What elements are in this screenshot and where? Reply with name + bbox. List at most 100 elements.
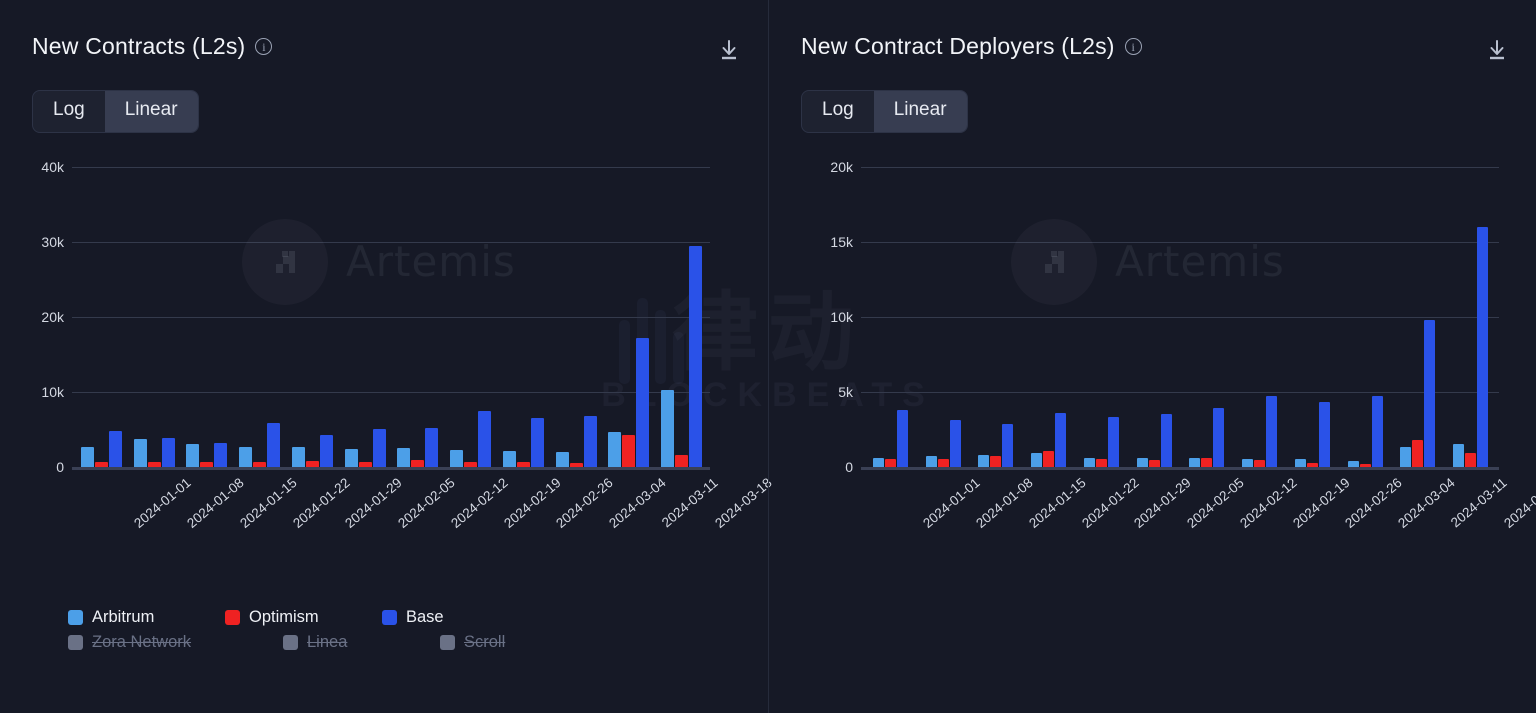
bar-optimism[interactable] xyxy=(1412,439,1424,467)
bar-group[interactable] xyxy=(917,167,970,467)
bar-base[interactable] xyxy=(1477,226,1489,467)
bar-optimism[interactable] xyxy=(1095,459,1107,467)
legend-item-scroll[interactable]: Scroll xyxy=(440,633,597,652)
bar-arbitrum[interactable] xyxy=(1347,460,1359,467)
info-icon[interactable]: i xyxy=(1124,38,1142,55)
bar-base[interactable] xyxy=(896,409,908,467)
bar-group[interactable] xyxy=(75,167,128,467)
bar-optimism[interactable] xyxy=(569,463,583,467)
bar-optimism[interactable] xyxy=(1043,451,1055,467)
bar-arbitrum[interactable] xyxy=(239,446,253,467)
bar-optimism[interactable] xyxy=(675,454,689,467)
toggle-linear[interactable]: Linear xyxy=(104,91,198,132)
bar-group[interactable] xyxy=(1075,167,1128,467)
bar-base[interactable] xyxy=(1266,396,1278,467)
bar-arbitrum[interactable] xyxy=(1136,457,1148,467)
bar-group[interactable] xyxy=(970,167,1023,467)
bar-group[interactable] xyxy=(128,167,181,467)
bar-arbitrum[interactable] xyxy=(925,456,937,467)
bar-base[interactable] xyxy=(108,430,122,467)
bar-base[interactable] xyxy=(1002,424,1014,467)
bar-arbitrum[interactable] xyxy=(450,449,464,467)
bar-arbitrum[interactable] xyxy=(1242,458,1254,467)
bar-base[interactable] xyxy=(214,442,228,467)
bar-optimism[interactable] xyxy=(1465,453,1477,467)
bar-arbitrum[interactable] xyxy=(1294,458,1306,467)
bar-optimism[interactable] xyxy=(884,459,896,467)
bar-group[interactable] xyxy=(603,167,656,467)
legend-item-arbitrum[interactable]: Arbitrum xyxy=(68,608,225,627)
bar-optimism[interactable] xyxy=(1306,463,1318,467)
bar-optimism[interactable] xyxy=(411,460,425,467)
bar-group[interactable] xyxy=(1392,167,1445,467)
bar-group[interactable] xyxy=(339,167,392,467)
download-icon[interactable] xyxy=(1484,35,1510,65)
bar-arbitrum[interactable] xyxy=(872,457,884,467)
bar-base[interactable] xyxy=(1107,417,1119,467)
bar-group[interactable] xyxy=(655,167,708,467)
bar-optimism[interactable] xyxy=(464,461,478,467)
bar-arbitrum[interactable] xyxy=(555,451,569,467)
bar-base[interactable] xyxy=(1371,395,1383,467)
bar-optimism[interactable] xyxy=(1254,460,1266,467)
bar-group[interactable] xyxy=(233,167,286,467)
bar-optimism[interactable] xyxy=(200,461,214,467)
bar-arbitrum[interactable] xyxy=(661,390,675,467)
bar-optimism[interactable] xyxy=(1201,457,1213,467)
bar-group[interactable] xyxy=(181,167,234,467)
bar-arbitrum[interactable] xyxy=(1400,447,1412,467)
scale-toggle[interactable]: Log Linear xyxy=(801,90,968,133)
toggle-linear[interactable]: Linear xyxy=(873,91,967,132)
bar-arbitrum[interactable] xyxy=(344,448,358,467)
bar-optimism[interactable] xyxy=(253,461,267,467)
bar-group[interactable] xyxy=(864,167,917,467)
bar-base[interactable] xyxy=(161,438,175,467)
info-icon[interactable]: i xyxy=(255,38,273,55)
bar-arbitrum[interactable] xyxy=(133,439,147,467)
bar-base[interactable] xyxy=(267,422,281,467)
bar-group[interactable] xyxy=(1181,167,1234,467)
legend-item-zora-network[interactable]: Zora Network xyxy=(68,633,283,652)
bar-group[interactable] xyxy=(1022,167,1075,467)
bar-group[interactable] xyxy=(550,167,603,467)
bar-arbitrum[interactable] xyxy=(608,431,622,467)
bar-base[interactable] xyxy=(1160,414,1172,467)
bar-base[interactable] xyxy=(425,427,439,467)
bar-group[interactable] xyxy=(1444,167,1497,467)
legend-item-linea[interactable]: Linea xyxy=(283,633,440,652)
toggle-log[interactable]: Log xyxy=(33,91,105,132)
bar-group[interactable] xyxy=(286,167,339,467)
bar-optimism[interactable] xyxy=(147,462,161,467)
bar-arbitrum[interactable] xyxy=(1031,452,1043,467)
bar-base[interactable] xyxy=(1424,319,1436,467)
bar-optimism[interactable] xyxy=(990,456,1002,467)
toggle-log[interactable]: Log xyxy=(802,91,874,132)
bar-base[interactable] xyxy=(949,420,961,467)
bar-arbitrum[interactable] xyxy=(1453,444,1465,467)
bar-arbitrum[interactable] xyxy=(80,447,94,467)
download-icon[interactable] xyxy=(716,35,742,65)
bar-arbitrum[interactable] xyxy=(502,451,516,467)
bar-base[interactable] xyxy=(372,428,386,467)
bar-optimism[interactable] xyxy=(358,461,372,467)
bar-optimism[interactable] xyxy=(516,462,530,467)
bar-base[interactable] xyxy=(1055,412,1067,467)
bar-optimism[interactable] xyxy=(1148,460,1160,467)
bar-base[interactable] xyxy=(689,245,703,467)
bar-base[interactable] xyxy=(583,415,597,467)
bar-base[interactable] xyxy=(530,418,544,467)
bar-group[interactable] xyxy=(1233,167,1286,467)
bar-group[interactable] xyxy=(1339,167,1392,467)
bar-group[interactable] xyxy=(1128,167,1181,467)
bar-base[interactable] xyxy=(636,337,650,467)
scale-toggle[interactable]: Log Linear xyxy=(32,90,199,133)
bar-base[interactable] xyxy=(478,410,492,467)
bar-base[interactable] xyxy=(1318,401,1330,467)
legend-item-base[interactable]: Base xyxy=(382,608,539,627)
bar-arbitrum[interactable] xyxy=(1189,457,1201,467)
bar-optimism[interactable] xyxy=(937,458,949,467)
bar-group[interactable] xyxy=(444,167,497,467)
bar-arbitrum[interactable] xyxy=(397,448,411,467)
bar-arbitrum[interactable] xyxy=(186,443,200,467)
bar-base[interactable] xyxy=(319,434,333,467)
